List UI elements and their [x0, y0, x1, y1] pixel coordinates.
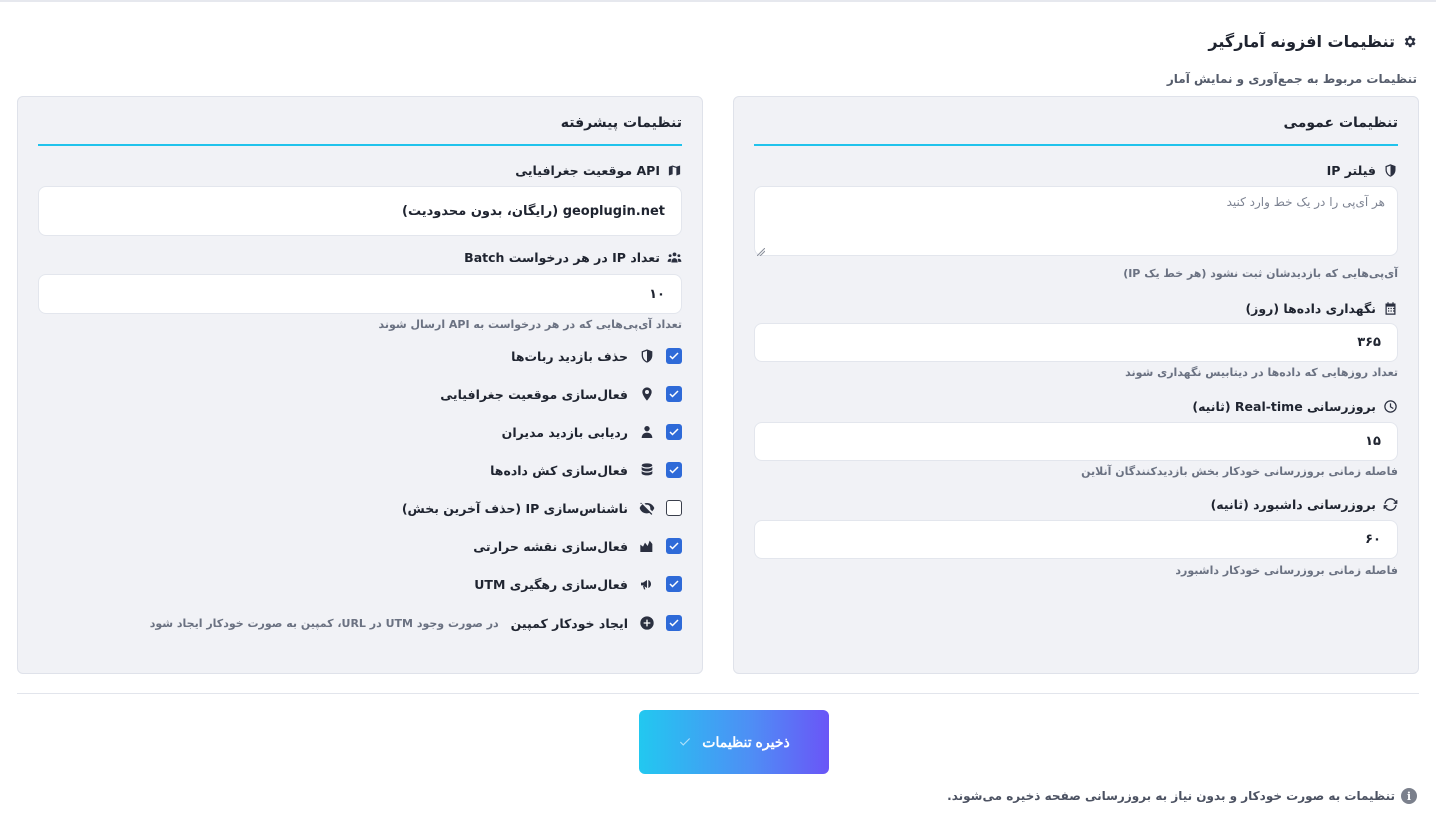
map-marker-icon	[638, 385, 656, 403]
ip-filter-label: فیلتر IP	[1327, 162, 1398, 178]
option-label: فعال‌سازی رهگیری UTM	[474, 576, 628, 592]
option-row[interactable]: فعال‌سازی موقعیت جغرافیایی	[440, 384, 682, 404]
gear-icon	[1401, 34, 1417, 50]
calendar-icon	[1382, 300, 1398, 316]
option-checkbox[interactable]	[666, 500, 682, 516]
general-settings-panel: تنظیمات عمومی فیلتر IP هر آی‌پی را در یک…	[733, 96, 1419, 674]
option-row[interactable]: ردیابی بازدید مدیران	[502, 422, 682, 442]
option-label: فعال‌سازی نقشه حرارتی	[473, 538, 628, 554]
realtime-input[interactable]: ۱۵	[754, 422, 1398, 461]
batch-help: تعداد آی‌پی‌هایی که در هر درخواست به API…	[378, 318, 682, 331]
option-row[interactable]: فعال‌سازی نقشه حرارتی	[473, 536, 682, 556]
shield-icon	[1382, 162, 1398, 178]
refresh-icon	[1382, 496, 1398, 512]
option-note: در صورت وجود UTM در URL، کمپین به صورت خ…	[149, 616, 499, 630]
footer-note-text: تنظیمات به صورت خودکار و بدون نیاز به بر…	[947, 789, 1395, 803]
realtime-label: بروزرسانی Real-time (ثانیه)	[1192, 398, 1398, 414]
option-row[interactable]: فعال‌سازی رهگیری UTM	[474, 574, 682, 594]
geo-api-label: API موقعیت جغرافیایی	[515, 162, 682, 178]
check-icon	[678, 735, 692, 749]
option-label: فعال‌سازی موقعیت جغرافیایی	[440, 386, 628, 402]
clock-icon	[1382, 398, 1398, 414]
option-label: ناشناس‌سازی IP (حذف آخرین بخش)	[401, 500, 628, 516]
dashboard-refresh-help: فاصله زمانی بروزرسانی خودکار داشبورد	[1175, 564, 1398, 577]
eye-slash-icon	[638, 499, 656, 517]
user-icon	[638, 423, 656, 441]
database-icon	[638, 461, 656, 479]
advanced-settings-panel: تنظیمات پیشرفته API موقعیت جغرافیایی geo…	[17, 96, 703, 674]
save-settings-button[interactable]: ذخیره تنظیمات	[639, 710, 829, 774]
batch-input[interactable]: ۱۰	[38, 274, 682, 314]
megaphone-icon	[638, 575, 656, 593]
save-settings-label: ذخیره تنظیمات	[702, 733, 790, 750]
retention-input[interactable]: ۳۶۵	[754, 323, 1398, 362]
footer-note: i تنظیمات به صورت خودکار و بدون نیاز به …	[947, 788, 1417, 804]
plus-circle-icon	[638, 614, 656, 632]
realtime-help: فاصله زمانی بروزرسانی خودکار بخش بازدیدک…	[1081, 465, 1398, 478]
advanced-settings-title: تنظیمات پیشرفته	[560, 115, 682, 131]
map-icon	[666, 162, 682, 178]
shield-icon	[638, 347, 656, 365]
panel-divider	[754, 144, 1398, 146]
retention-label: نگهداری داده‌ها (روز)	[1245, 300, 1398, 316]
page-header: تنظیمات افزونه آمارگیر	[1208, 32, 1417, 51]
page-subtitle: تنظیمات مربوط به جمع‌آوری و نمایش آمار	[1166, 72, 1417, 86]
dashboard-refresh-input[interactable]: ۶۰	[754, 520, 1398, 559]
heatmap-icon	[638, 537, 656, 555]
option-checkbox[interactable]	[666, 348, 682, 364]
ip-filter-help: آی‌پی‌هایی که بازدیدشان ثبت نشود (هر خط …	[1123, 267, 1398, 280]
option-label: ردیابی بازدید مدیران	[501, 424, 628, 440]
resize-handle[interactable]	[756, 245, 766, 257]
option-checkbox[interactable]	[666, 615, 682, 631]
page-title-text: تنظیمات افزونه آمارگیر	[1208, 32, 1395, 51]
option-row[interactable]: فعال‌سازی کش داده‌ها	[490, 460, 682, 480]
option-checkbox[interactable]	[666, 538, 682, 554]
panel-divider	[38, 144, 682, 146]
option-row[interactable]: ایجاد خودکار کمپین در صورت وجود UTM در UR…	[150, 613, 682, 633]
option-checkbox[interactable]	[666, 424, 682, 440]
option-checkbox[interactable]	[666, 462, 682, 478]
geo-api-select[interactable]: geoplugin.net (رایگان، بدون محدودیت)	[38, 186, 682, 236]
ip-filter-textarea[interactable]: هر آی‌پی را در یک خط وارد کنید	[754, 186, 1398, 257]
option-checkbox[interactable]	[666, 576, 682, 592]
users-icon	[666, 249, 682, 265]
dashboard-refresh-label: بروزرسانی داشبورد (ثانیه)	[1211, 496, 1398, 512]
option-label: ایجاد خودکار کمپین	[510, 615, 628, 631]
option-row[interactable]: ناشناس‌سازی IP (حذف آخرین بخش)	[402, 498, 682, 518]
top-border	[0, 0, 1436, 2]
retention-help: تعداد روزهایی که داده‌ها در دیتابیس نگهد…	[1125, 366, 1398, 379]
option-row[interactable]: حذف بازدید ربات‌ها	[511, 346, 682, 366]
general-settings-title: تنظیمات عمومی	[1283, 115, 1398, 131]
option-label: فعال‌سازی کش داده‌ها	[490, 462, 628, 478]
option-checkbox[interactable]	[666, 386, 682, 402]
info-icon: i	[1401, 788, 1417, 804]
ip-filter-placeholder: هر آی‌پی را در یک خط وارد کنید	[1226, 195, 1385, 209]
option-label: حذف بازدید ربات‌ها	[511, 348, 628, 364]
section-divider	[17, 693, 1419, 694]
page-title: تنظیمات افزونه آمارگیر	[1208, 32, 1417, 51]
batch-label: تعداد IP در هر درخواست Batch	[464, 249, 682, 265]
